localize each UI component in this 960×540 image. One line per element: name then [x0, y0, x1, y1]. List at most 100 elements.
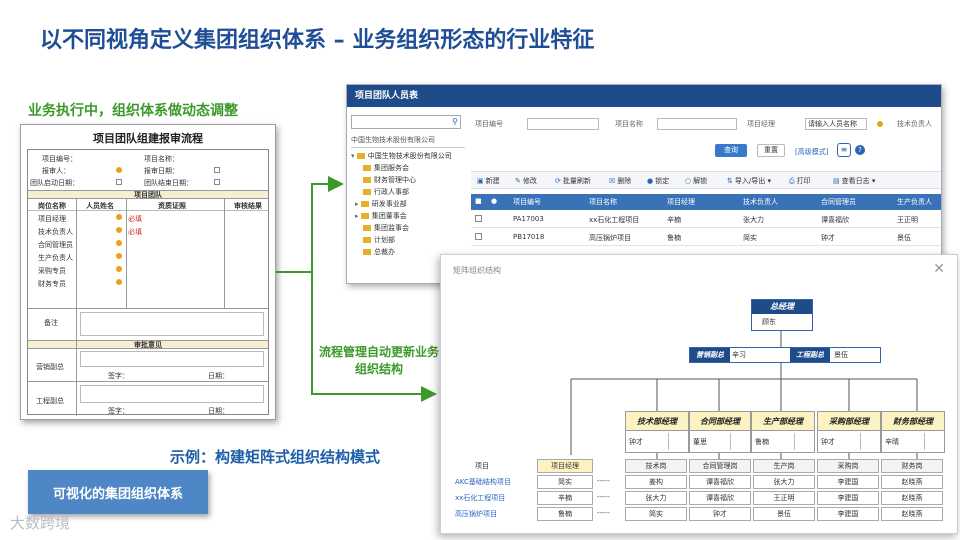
vp-name: 景伍 [834, 351, 848, 359]
vp-name: 辛习 [732, 351, 746, 359]
person-picker-icon[interactable] [116, 227, 122, 233]
tree-item[interactable]: ▸ 集团董事会 [351, 210, 465, 222]
select-all-checkbox[interactable]: ■ [475, 197, 482, 205]
person-picker-icon[interactable] [116, 253, 122, 259]
review-textarea[interactable] [80, 351, 264, 367]
import-export-button[interactable]: ⇅ 导入/导出 ▾ [727, 175, 771, 187]
tree-item[interactable]: 行政人事部 [351, 186, 465, 198]
col-header[interactable]: 合同管理员 [821, 197, 856, 207]
project-header: 项目 [475, 462, 489, 470]
col-header[interactable]: 项目编号 [513, 197, 541, 207]
project-link[interactable]: AKC基础结构项目 [455, 477, 511, 487]
col-header[interactable]: 生产负责人 [897, 197, 932, 207]
row-checkbox[interactable] [475, 233, 482, 240]
query-button[interactable]: 查询 [715, 144, 747, 157]
dept-head[interactable]: 合同部经理 [689, 411, 751, 431]
reviewer-label: 营销副总 [36, 363, 64, 371]
dept-head[interactable]: 财务部经理 [881, 411, 945, 431]
left-subtitle: 业务执行中，组织体系做动态调整 [28, 103, 238, 119]
reviewer-label: 工程副总 [36, 397, 64, 405]
reset-button[interactable]: 重置 [757, 144, 785, 157]
col-header[interactable]: 技术负责人 [743, 197, 778, 207]
project-link[interactable]: 高压锅炉项目 [455, 509, 497, 519]
advanced-mode-link[interactable]: [高级模式] [795, 147, 828, 157]
pm-label: 项目经理 [747, 120, 775, 128]
connector-dashes: ----- [597, 477, 610, 485]
project-link[interactable]: xx石化工程项目 [455, 493, 505, 503]
delete-button[interactable]: ☒ 删除 [609, 175, 631, 187]
required-mark: 必填 [128, 228, 142, 236]
person-picker-icon[interactable] [116, 167, 122, 173]
sign-label: 签字： [108, 407, 129, 415]
calendar-icon[interactable] [214, 179, 220, 185]
folder-icon [363, 225, 371, 231]
connector-dashes: ----- [597, 509, 610, 517]
dept-head[interactable]: 采购部经理 [817, 411, 881, 431]
edit-button[interactable]: ✎ 修改 [515, 175, 537, 187]
role-label: 项目经理 [38, 215, 66, 223]
person-picker-icon[interactable] [116, 279, 122, 285]
person-picker-icon[interactable] [116, 214, 122, 220]
team-section-header: 项目团队 [28, 190, 268, 199]
tree-item[interactable]: 集团监事会 [351, 222, 465, 234]
unlock-button[interactable]: ○ 解锁 [685, 175, 707, 187]
company-select[interactable]: 中国生物技术股份有限公司 [351, 135, 465, 148]
calendar-icon[interactable] [116, 179, 122, 185]
dept-head[interactable]: 生产部经理 [751, 411, 815, 431]
folder-icon [363, 189, 371, 195]
role-label: 技术负责人 [38, 228, 73, 236]
person-picker-icon[interactable] [116, 266, 122, 272]
visual-org-button[interactable]: 可视化的集团组织体系 [28, 470, 208, 514]
date-label: 日期： [208, 372, 229, 380]
review-textarea[interactable] [80, 385, 264, 403]
pm-input[interactable]: 请输入人员名称 [805, 118, 867, 130]
tree-search-input[interactable]: ⚲ [351, 115, 461, 129]
search-icon[interactable]: ⚲ [452, 117, 458, 126]
dept-head[interactable]: 技术部经理 [625, 411, 689, 431]
required-mark: 必填 [128, 215, 142, 223]
matrix-cell: 李建国 [817, 491, 879, 505]
calendar-icon[interactable] [214, 167, 220, 173]
col-header[interactable]: 项目经理 [667, 197, 695, 207]
field-report-date: 报审日期： [144, 167, 179, 175]
table-row[interactable]: PA17003 xx石化工程项目 辛楠 张大力 谭喜福欣 王正明 [471, 210, 941, 228]
person-picker-icon[interactable] [877, 121, 883, 127]
tree-item[interactable]: 财务管理中心 [351, 174, 465, 186]
role-label: 财务专员 [38, 280, 66, 288]
tree-item[interactable]: 计划部 [351, 234, 465, 246]
tree-item[interactable]: ▸ 研发事业部 [351, 198, 465, 210]
tree-root[interactable]: ▾ 中国生物技术股份有限公司 [351, 150, 465, 162]
slide-title: 以不同视角定义集团组织体系 – 业务组织形态的行业特征 [40, 28, 595, 53]
person-picker-icon[interactable] [116, 240, 122, 246]
remark-label: 备注 [44, 319, 58, 327]
new-button[interactable]: ▣ 新建 [477, 175, 500, 187]
window-title: 项目团队人员表 [347, 85, 941, 107]
matrix-cell: 赵晓燕 [881, 507, 943, 521]
approval-form: 项目团队组建报审流程 项目编号： 项目名称： 报审人： 报审日期： 团队启动日期… [20, 124, 276, 420]
remark-textarea[interactable] [80, 312, 264, 336]
print-button[interactable]: ⎙ 打印 [789, 175, 811, 187]
matrix-cell: 王正明 [753, 491, 815, 505]
field-project-name: 项目名称： [144, 155, 179, 163]
gm-box[interactable]: 总经理 顾东 [751, 299, 813, 331]
row-checkbox[interactable] [475, 215, 482, 222]
collapse-icon[interactable]: ≡ [837, 143, 851, 157]
toolbar: ▣ 新建 ✎ 修改 ⟳ 批量刷新 ☒ 删除 ● 锁定 ○ 解锁 ⇅ 导入/导出 ▾ ⎙ 打印 ▤… [471, 171, 941, 189]
table-row[interactable]: PB17018 高压锅炉项目 鲁楠 简实 钟才 景伍 [471, 228, 941, 246]
tech-lead-label: 技术负责人 [897, 120, 932, 128]
tree-item[interactable]: 集团服务会 [351, 162, 465, 174]
project-name-input[interactable] [657, 118, 737, 130]
lock-button[interactable]: ● 锁定 [647, 175, 669, 187]
folder-icon [363, 237, 371, 243]
date-label: 日期： [208, 407, 229, 415]
example-label: 示例：构建矩阵式组织结构模式 [170, 448, 381, 466]
view-log-button[interactable]: ▤ 查看日志 ▾ [833, 175, 875, 187]
role-header: 财务岗 [881, 459, 943, 473]
matrix-dialog: 矩阵组织结构 ✕ 总经理 顾东 营销副总 辛习 工程副总 景伍 技术部经理 钟才… [440, 254, 958, 534]
refresh-button[interactable]: ⟳ 批量刷新 [555, 175, 591, 187]
project-no-input[interactable] [527, 118, 599, 130]
col-header[interactable]: 项目名称 [589, 197, 617, 207]
dept-manager: 董思 [689, 431, 751, 453]
matrix-cell: 景伍 [753, 507, 815, 521]
help-icon[interactable]: ? [855, 145, 865, 155]
